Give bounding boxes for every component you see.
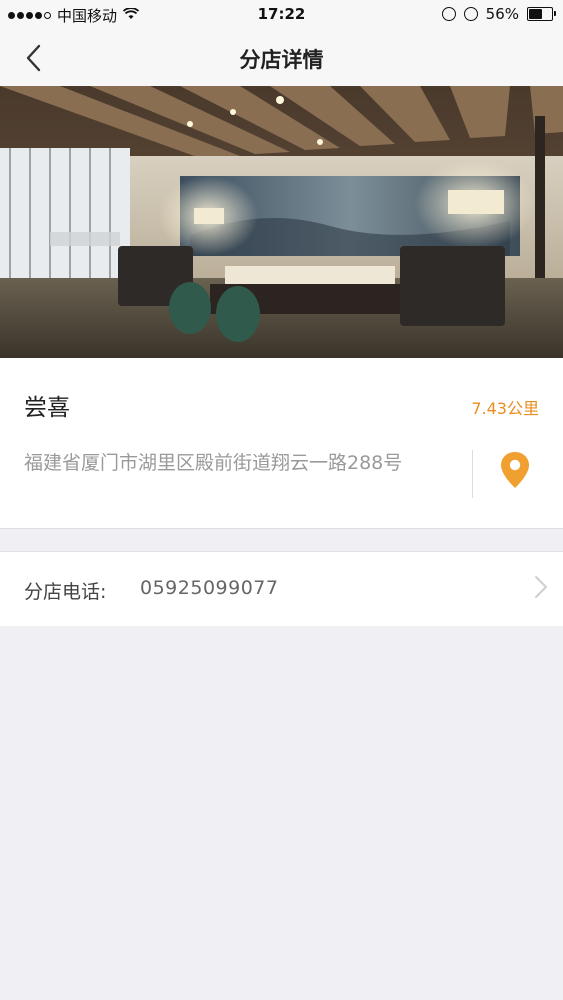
phone-label: 分店电话: xyxy=(24,581,107,603)
battery-icon xyxy=(527,7,556,21)
page-title: 分店详情 xyxy=(239,48,324,72)
orientation-lock-icon xyxy=(441,7,456,21)
store-address: 福建省厦门市湖里区殿前街道翔云一路288号 xyxy=(24,452,403,474)
divider xyxy=(472,450,473,498)
chevron-right-icon xyxy=(535,576,547,598)
status-bar: 中国移动 17:22 56% xyxy=(0,0,563,30)
store-name: 尝喜 xyxy=(24,395,70,421)
battery-percent: 56% xyxy=(485,5,519,23)
nav-bar: 分店详情 xyxy=(0,30,563,86)
store-photo xyxy=(0,86,563,358)
status-right: 56% xyxy=(441,5,556,23)
store-distance: 7.43公里 xyxy=(471,399,539,418)
alarm-icon xyxy=(463,7,478,21)
store-info-card: 尝喜 7.43公里 福建省厦门市湖里区殿前街道翔云一路288号 xyxy=(0,358,563,529)
location-pin-icon xyxy=(501,452,529,488)
phone-number[interactable]: 05925099077 xyxy=(140,577,278,599)
store-phone-row[interactable]: 分店电话: 05925099077 xyxy=(0,551,563,626)
location-button[interactable] xyxy=(498,450,532,490)
